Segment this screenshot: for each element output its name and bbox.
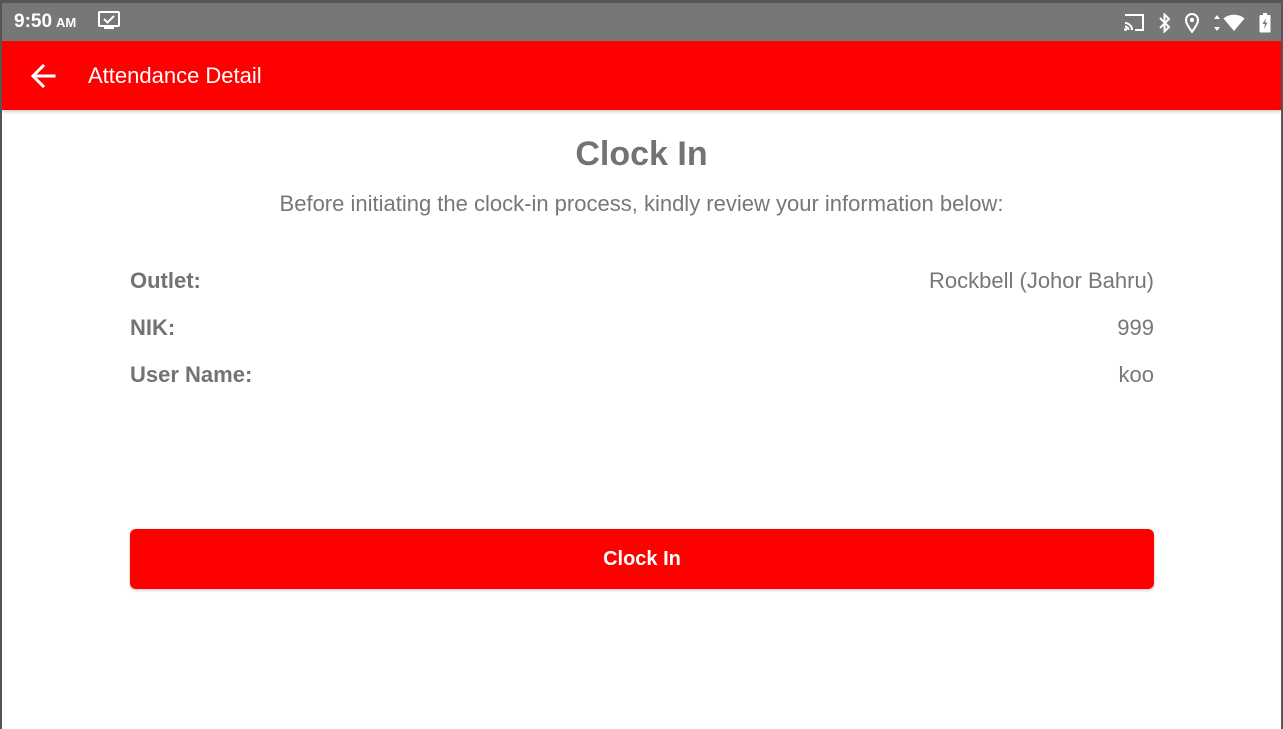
status-clock: 9:50 AM: [14, 11, 76, 33]
back-button[interactable]: [26, 60, 60, 92]
data-arrows-icon: [1214, 15, 1220, 31]
clock-in-button[interactable]: Clock In: [130, 529, 1154, 589]
status-time-value: 9:50: [14, 11, 53, 32]
bluetooth-icon: [1159, 13, 1171, 33]
notification-check-icon: [98, 11, 120, 31]
user-name-label: User Name:: [130, 362, 253, 387]
outlet-value: Rockbell (Johor Bahru): [929, 268, 1154, 293]
location-icon: [1185, 13, 1199, 33]
app-window: 9:50 AM Attendance Detail Clock In Befor…: [0, 0, 1283, 729]
app-bar: Attendance Detail: [2, 41, 1281, 110]
arrow-back-icon: [30, 63, 56, 89]
page-title: Attendance Detail: [88, 63, 262, 88]
clock-in-instructions: Before initiating the clock-in process, …: [279, 191, 1004, 216]
info-row-user-name: User Name: koo: [130, 362, 1154, 392]
status-ampm: AM: [56, 15, 77, 30]
user-name-value: koo: [1118, 362, 1154, 387]
battery-icon: [1259, 13, 1271, 33]
status-icons: [1123, 12, 1271, 34]
cast-icon: [1123, 14, 1145, 32]
nik-label: NIK:: [130, 315, 176, 340]
wifi-data-icon: [1213, 14, 1245, 32]
info-row-nik: NIK: 999: [130, 315, 1154, 345]
clock-in-heading: Clock In: [575, 135, 708, 173]
status-bar: 9:50 AM: [2, 3, 1281, 41]
outlet-label: Outlet:: [130, 268, 201, 293]
wifi-icon: [1223, 14, 1245, 31]
info-row-outlet: Outlet: Rockbell (Johor Bahru): [130, 268, 1154, 298]
nik-value: 999: [1117, 315, 1154, 340]
